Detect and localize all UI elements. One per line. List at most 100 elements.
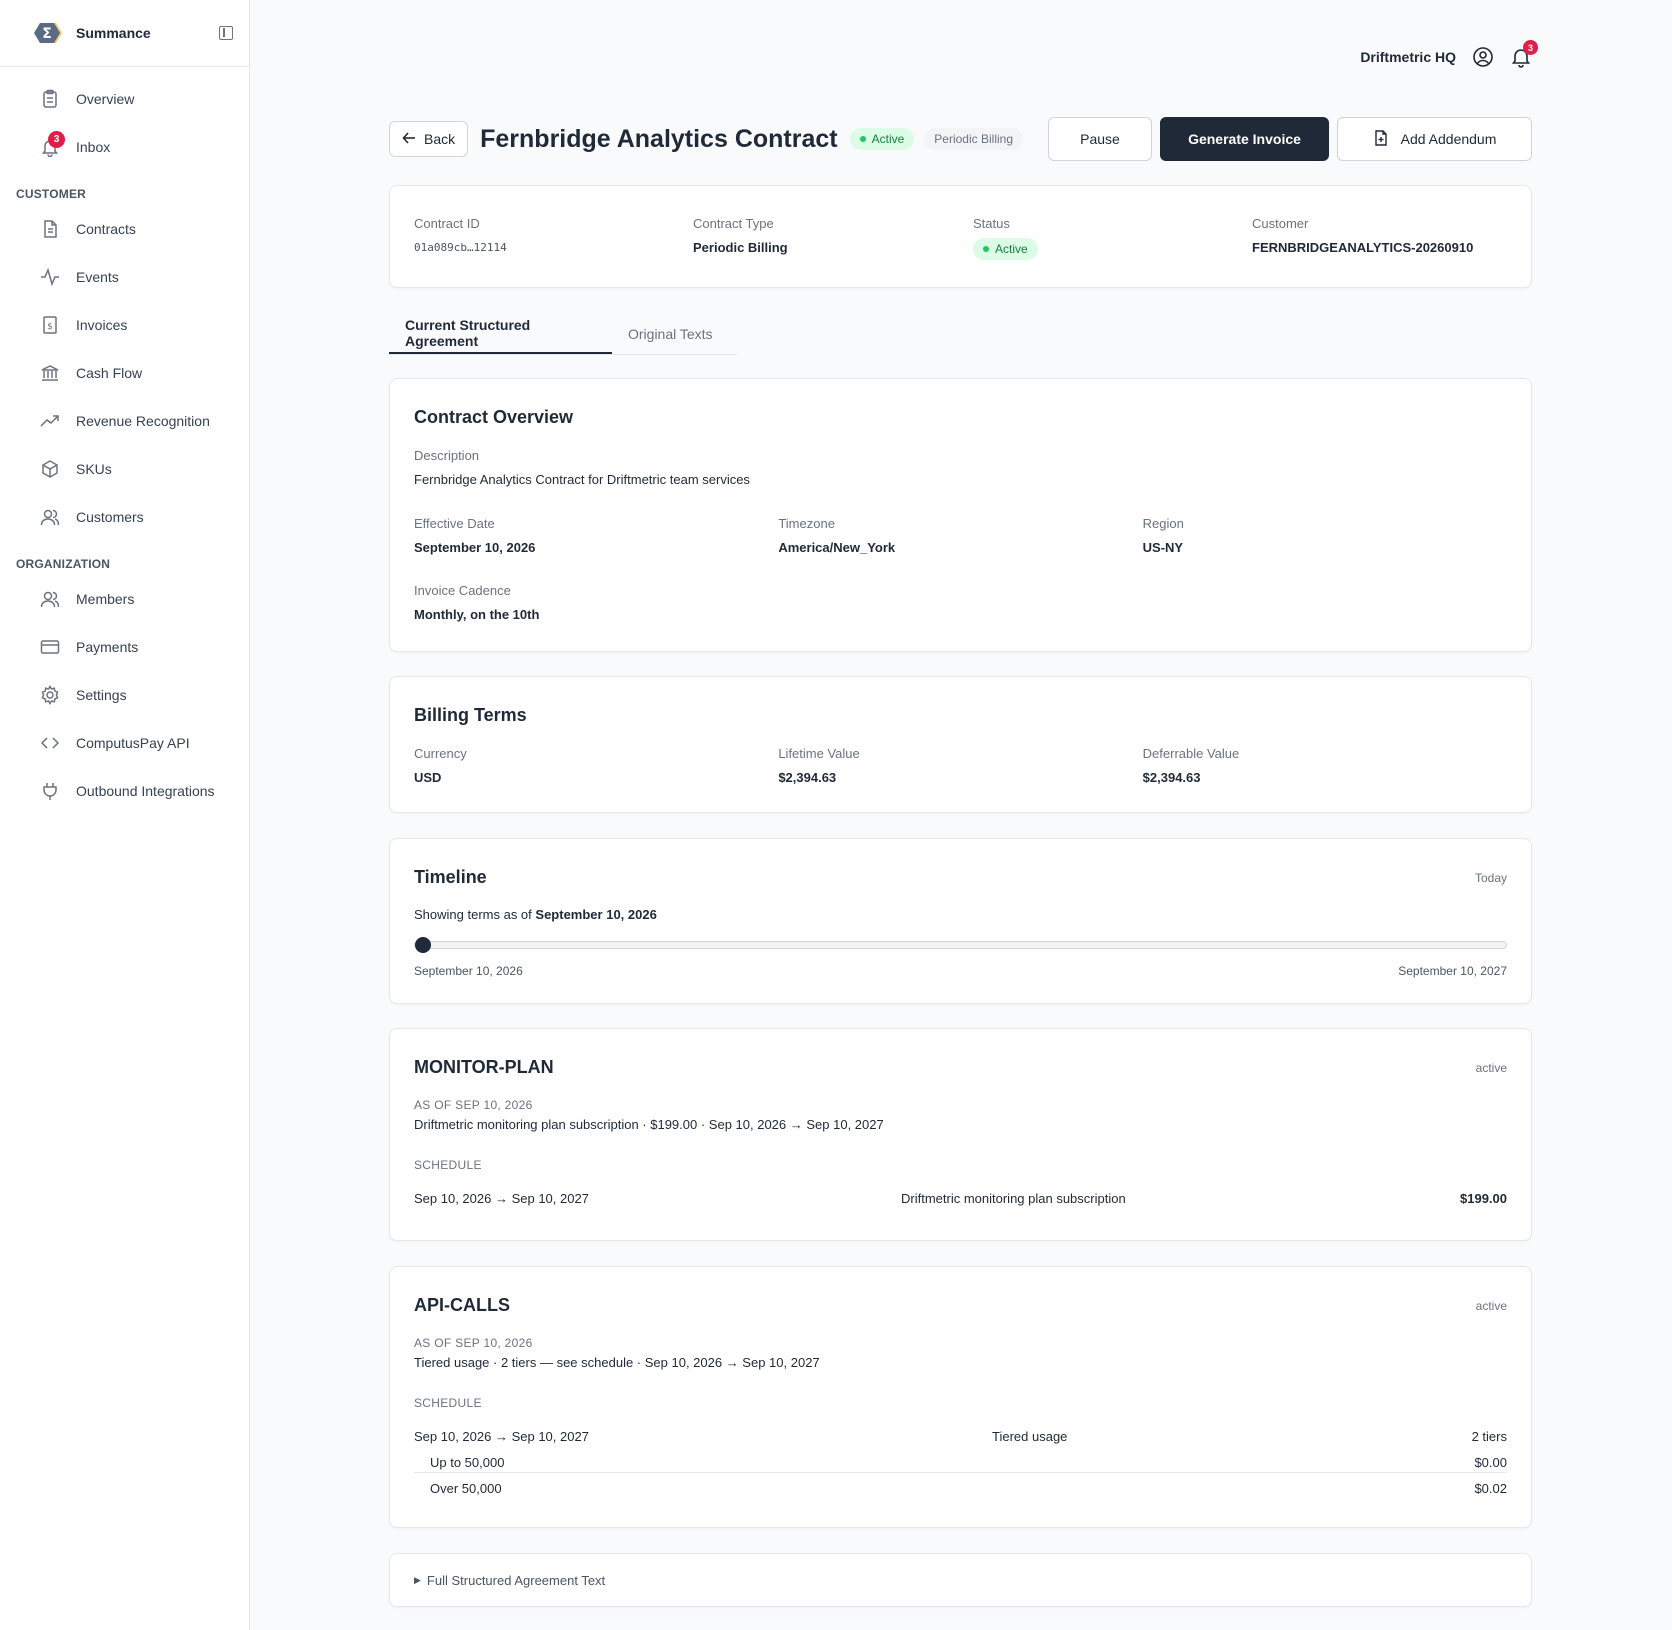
region-label: Region [1142,516,1184,531]
users-icon [40,507,60,527]
file-plus-icon [1373,129,1389,149]
clipboard-icon [40,89,60,109]
timezone-label: Timezone [778,516,835,531]
monitor-plan-card: MONITOR-PLAN active AS OF SEP 10, 2026 D… [389,1028,1532,1241]
user-circle-icon[interactable] [1472,46,1494,68]
tier-label: Up to 50,000 [430,1455,505,1470]
tab-original-texts[interactable]: Original Texts [612,313,737,354]
timeline-slider-thumb[interactable] [415,937,431,953]
arrow-left-icon [402,131,416,148]
contract-id-value: 01a089cb…12114 [414,241,507,254]
tier-label: Over 50,000 [430,1481,502,1496]
effective-date-value: September 10, 2026 [414,540,536,555]
showing-date: September 10, 2026 [535,907,657,922]
sidebar-item-invoices[interactable]: $ Invoices [0,301,249,349]
agreement-tabs: Current Structured Agreement Original Te… [389,313,737,355]
credit-card-icon [40,637,60,657]
showing-prefix: Showing terms as of [414,907,532,922]
today-button[interactable]: Today [1475,871,1507,885]
collapse-sidebar-icon[interactable] [219,26,233,40]
svg-text:Σ: Σ [42,26,52,42]
schedule-label: SCHEDULE [414,1158,482,1172]
currency-label: Currency [414,746,467,761]
sidebar-item-label: Customers [76,509,144,525]
tier-row: Up to 50,000 $0.00 [414,1453,1507,1473]
sidebar-item-label: Members [76,591,135,607]
document-icon [40,219,60,239]
bank-icon [40,363,60,383]
org-name[interactable]: Driftmetric HQ [1360,49,1456,65]
full-text-disclosure[interactable]: ▶ Full Structured Agreement Text [389,1553,1532,1607]
inbox-badge: 3 [48,131,65,148]
contract-overview-card: Contract Overview Description Fernbridge… [389,378,1532,652]
sidebar-item-label: Inbox [76,139,111,155]
triangle-right-icon: ▶ [414,1575,421,1585]
sidebar-item-label: Overview [76,91,135,107]
sidebar-item-events[interactable]: Events [0,253,249,301]
topbar: Driftmetric HQ 3 [1360,40,1538,68]
deferrable-value: $2,394.63 [1142,770,1201,785]
timezone-value: America/New_York [778,540,896,555]
sidebar-item-settings[interactable]: Settings [0,671,249,719]
sidebar-item-label: Contracts [76,221,136,237]
schedule-period: Sep 10, 2026 → Sep 10, 2027 [414,1191,589,1206]
status-value: Active [995,242,1028,256]
contract-type-badge: Periodic Billing [924,128,1023,150]
section-title: Contract Overview [414,407,574,427]
customer-label: Customer [1252,216,1309,231]
sidebar-item-members[interactable]: Members [0,575,249,623]
sidebar-item-contracts[interactable]: Contracts [0,205,249,253]
sidebar-item-label: Outbound Integrations [76,783,215,799]
customer-link[interactable]: FERNBRIDGEANALYTICS-20260910 [1252,240,1473,255]
sku-title: MONITOR-PLAN [414,1057,554,1077]
pause-button[interactable]: Pause [1048,117,1152,161]
generate-invoice-button[interactable]: Generate Invoice [1160,117,1329,161]
status-label: Active [871,132,905,146]
schedule-period: Sep 10, 2026 → Sep 10, 2027 [414,1429,589,1444]
main-content: Driftmetric HQ 3 Back Fernbridge Analyti… [250,0,1672,1630]
sidebar-item-outbound-integrations[interactable]: Outbound Integrations [0,767,249,815]
schedule-amount: $199.00 [1460,1191,1507,1206]
brand-header: Σ Summance [0,0,249,67]
back-label: Back [424,131,456,147]
schedule-description: Tiered usage [992,1429,1068,1444]
billing-fields-row: Currency USD Lifetime Value $2,394.63 Defe… [414,746,1507,785]
add-addendum-button[interactable]: Add Addendum [1337,117,1532,161]
status-dot [983,246,989,252]
status-field-label: Status [973,216,1010,231]
sidebar-item-cash-flow[interactable]: Cash Flow [0,349,249,397]
sidebar-item-skus[interactable]: SKUs [0,445,249,493]
contract-type-value: Periodic Billing [693,240,788,255]
sidebar-item-label: Invoices [76,317,128,333]
notifications-bell-icon[interactable]: 3 [1510,40,1538,68]
back-button[interactable]: Back [389,121,469,157]
sidebar-item-revenue-recognition[interactable]: Revenue Recognition [0,397,249,445]
sidebar-item-inbox[interactable]: 3 Inbox [0,123,249,171]
sidebar-item-overview[interactable]: Overview [0,75,249,123]
svg-text:$: $ [47,322,53,332]
summance-logo-icon: Σ [34,18,64,48]
notification-badge: 3 [1523,40,1538,55]
timeline-slider-track[interactable] [414,937,1507,953]
full-text-label: Full Structured Agreement Text [426,1573,606,1588]
sidebar-item-label: Events [76,269,119,285]
sidebar: Σ Summance Overview 3 Inbox CUSTOMER Con… [0,0,250,1630]
timeline-end-label: September 10, 2027 [1398,964,1507,978]
lifetime-value: $2,394.63 [778,770,837,785]
tier-price: $0.02 [1474,1481,1507,1496]
sidebar-item-payments[interactable]: Payments [0,623,249,671]
deferrable-value-label: Deferrable Value [1142,746,1240,761]
section-title: Timeline [414,867,487,887]
section-title: Billing Terms [414,705,527,725]
disclosure-summary[interactable]: ▶ Full Structured Agreement Text [414,1573,605,1588]
tab-current-structured-agreement[interactable]: Current Structured Agreement [389,313,612,354]
brand-name: Summance [76,25,151,41]
sidebar-item-customers[interactable]: Customers [0,493,249,541]
header-actions: Pause Generate Invoice Add Addendum [1048,117,1532,161]
schedule-row: Sep 10, 2026 → Sep 10, 2027 Tiered usage… [414,1429,1507,1444]
status-dot [859,136,866,142]
overview-fields-row: Effective Date September 10, 2026 Timezon… [414,516,1507,555]
sidebar-item-computuspay-api[interactable]: ComputusPay API [0,719,249,767]
contract-summary-card: Contract ID 01a089cb…12114 Contract Type… [389,185,1532,288]
timeline-start-label: September 10, 2026 [414,964,523,978]
